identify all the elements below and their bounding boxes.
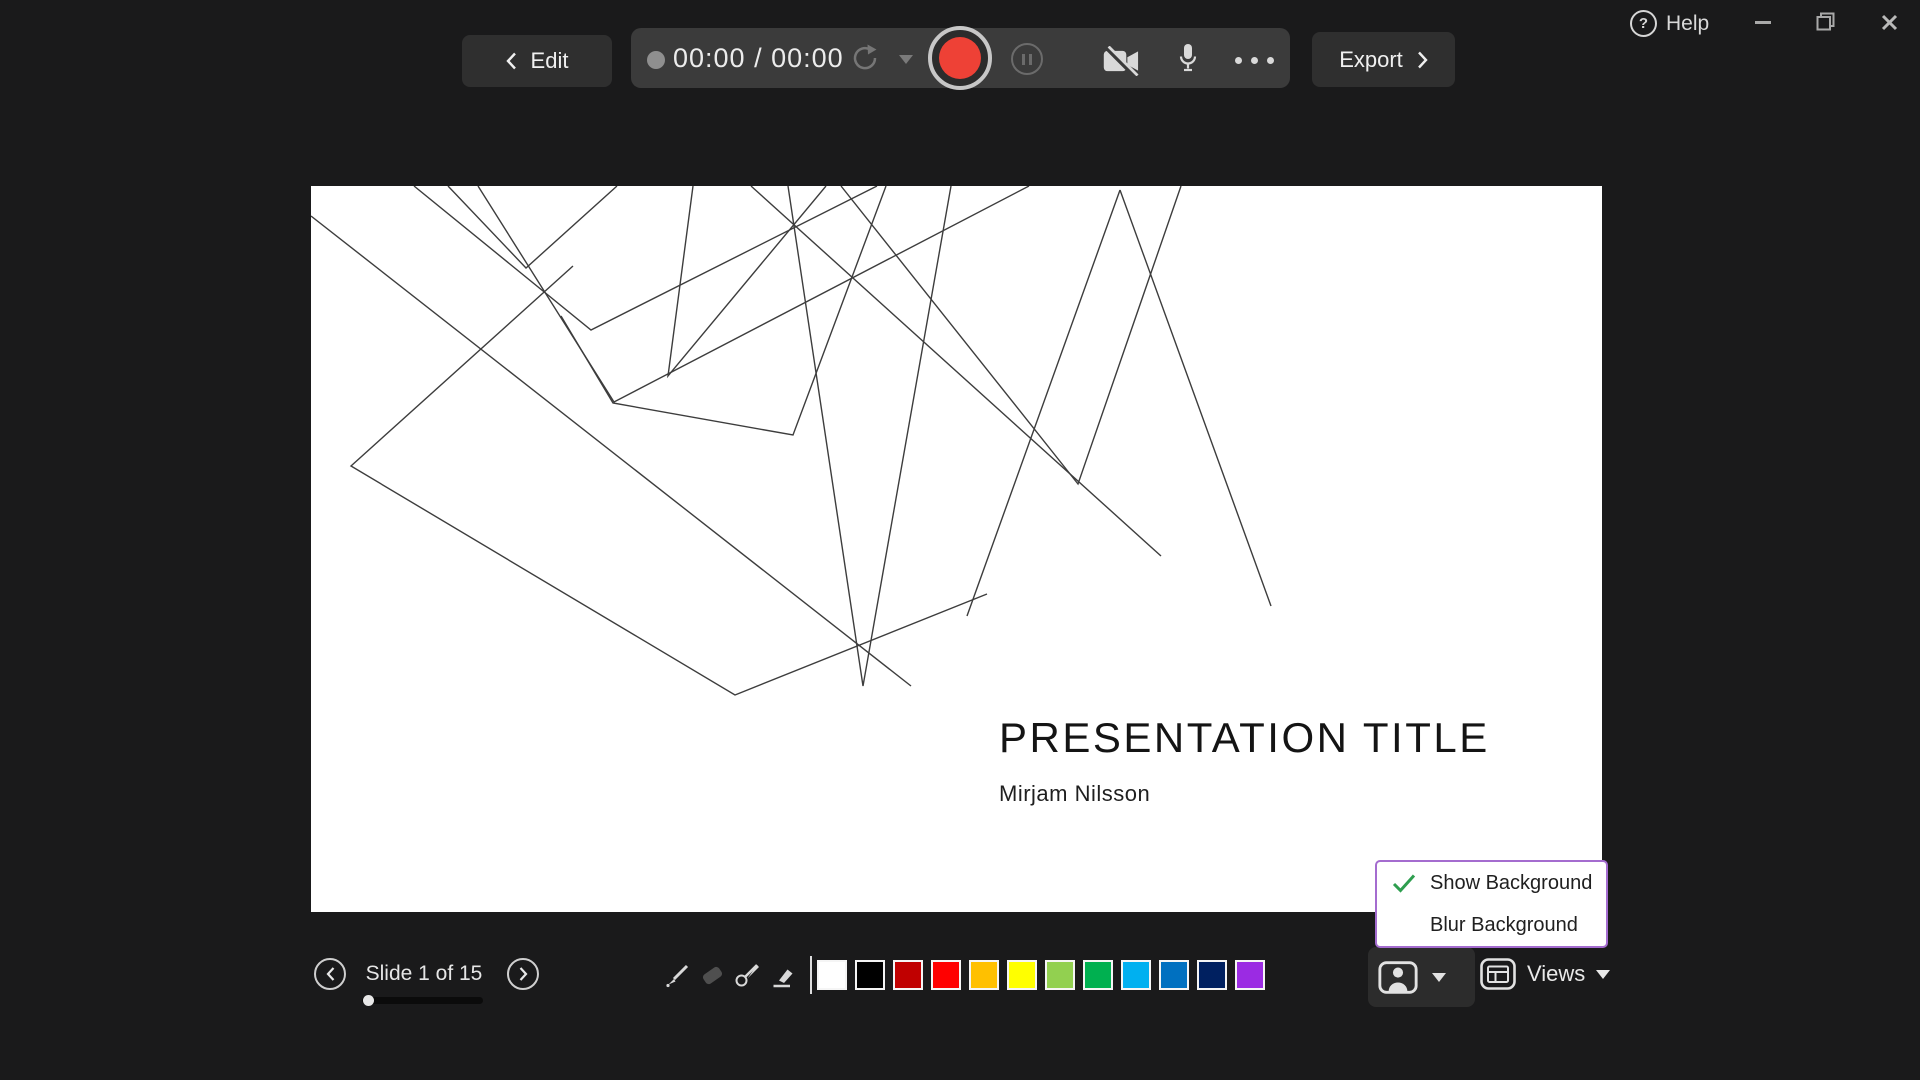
eraser-tool-button[interactable] <box>697 959 729 991</box>
recording-status-dot <box>647 51 665 69</box>
chevron-left-icon <box>326 967 335 981</box>
slide-line-art <box>311 186 1602 912</box>
more-options-button[interactable] <box>1235 57 1274 64</box>
retake-icon[interactable] <box>850 43 880 73</box>
slide-canvas[interactable]: PRESENTATION TITLE Mirjam Nilsson <box>311 186 1602 912</box>
views-dropdown-icon <box>1596 970 1610 979</box>
chevron-right-icon <box>1417 51 1428 69</box>
microphone-icon[interactable] <box>1178 43 1198 73</box>
menu-item-label: Show Background <box>1430 872 1592 895</box>
ink-color-swatch-5[interactable] <box>1007 960 1037 990</box>
toolbar-divider <box>810 956 812 994</box>
ink-pen-icon <box>733 961 761 989</box>
ink-color-swatch-7[interactable] <box>1083 960 1113 990</box>
ink-color-swatch-4[interactable] <box>969 960 999 990</box>
ink-color-swatch-9[interactable] <box>1159 960 1189 990</box>
chevron-left-icon <box>506 52 517 70</box>
ink-color-swatch-1[interactable] <box>855 960 885 990</box>
export-button[interactable]: Export <box>1312 32 1455 87</box>
ink-color-swatch-3[interactable] <box>931 960 961 990</box>
ink-color-swatch-8[interactable] <box>1121 960 1151 990</box>
ink-color-swatch-6[interactable] <box>1045 960 1075 990</box>
pause-button[interactable] <box>1011 43 1043 75</box>
slide-progress-bar[interactable] <box>362 997 483 1004</box>
edit-button[interactable]: Edit <box>462 35 612 87</box>
recording-timer: 00:00 / 00:00 <box>673 28 844 88</box>
minimize-button[interactable] <box>1755 21 1771 24</box>
menu-item-show-background[interactable]: Show Background <box>1377 862 1606 904</box>
slide-progress-thumb[interactable] <box>363 995 374 1006</box>
ellipsis-icon <box>1235 57 1242 64</box>
background-options-menu: Show Background Blur Background <box>1375 860 1608 948</box>
recording-controls-panel: 00:00 / 00:00 <box>631 28 1290 88</box>
slide-title: PRESENTATION TITLE <box>999 714 1490 762</box>
slide-counter: Slide 1 of 15 <box>359 962 489 986</box>
retake-dropdown-icon[interactable] <box>899 55 913 64</box>
menu-item-blur-background[interactable]: Blur Background <box>1377 904 1606 946</box>
help-button[interactable]: ? Help <box>1630 10 1709 37</box>
record-button[interactable] <box>928 26 992 90</box>
highlighter-tool-button[interactable] <box>768 959 800 991</box>
edit-button-label: Edit <box>531 48 569 74</box>
ink-pen-tool-button[interactable] <box>731 959 763 991</box>
previous-slide-button[interactable] <box>314 958 346 990</box>
checkmark-icon <box>1392 873 1416 893</box>
ink-color-swatches <box>817 960 1265 990</box>
ink-color-swatch-0[interactable] <box>817 960 847 990</box>
record-icon <box>939 37 981 79</box>
highlighter-icon <box>770 961 798 989</box>
pen-icon <box>664 961 692 989</box>
views-layout-icon <box>1480 958 1516 990</box>
ink-color-swatch-2[interactable] <box>893 960 923 990</box>
eraser-icon <box>699 961 727 989</box>
recording-studio-window: { "window": { "help_label": "Help" }, "i… <box>0 0 1920 1080</box>
close-button[interactable] <box>1881 14 1898 31</box>
help-icon: ? <box>1630 10 1657 37</box>
camera-off-icon[interactable] <box>1102 46 1142 76</box>
camera-preview-dropdown-icon[interactable] <box>1432 973 1446 982</box>
chevron-right-icon <box>519 967 528 981</box>
ink-color-swatch-10[interactable] <box>1197 960 1227 990</box>
ink-color-swatch-11[interactable] <box>1235 960 1265 990</box>
views-button[interactable]: Views <box>1480 958 1610 990</box>
menu-item-label: Blur Background <box>1430 914 1578 937</box>
laser-pen-tool-button[interactable] <box>662 959 694 991</box>
help-label: Help <box>1666 12 1709 36</box>
camera-preview-button[interactable] <box>1368 947 1475 1007</box>
restore-window-button[interactable] <box>1816 12 1835 31</box>
slide-author: Mirjam Nilsson <box>999 781 1150 807</box>
next-slide-button[interactable] <box>507 958 539 990</box>
export-button-label: Export <box>1339 47 1403 73</box>
views-label: Views <box>1527 961 1585 987</box>
person-preview-icon <box>1378 961 1418 994</box>
